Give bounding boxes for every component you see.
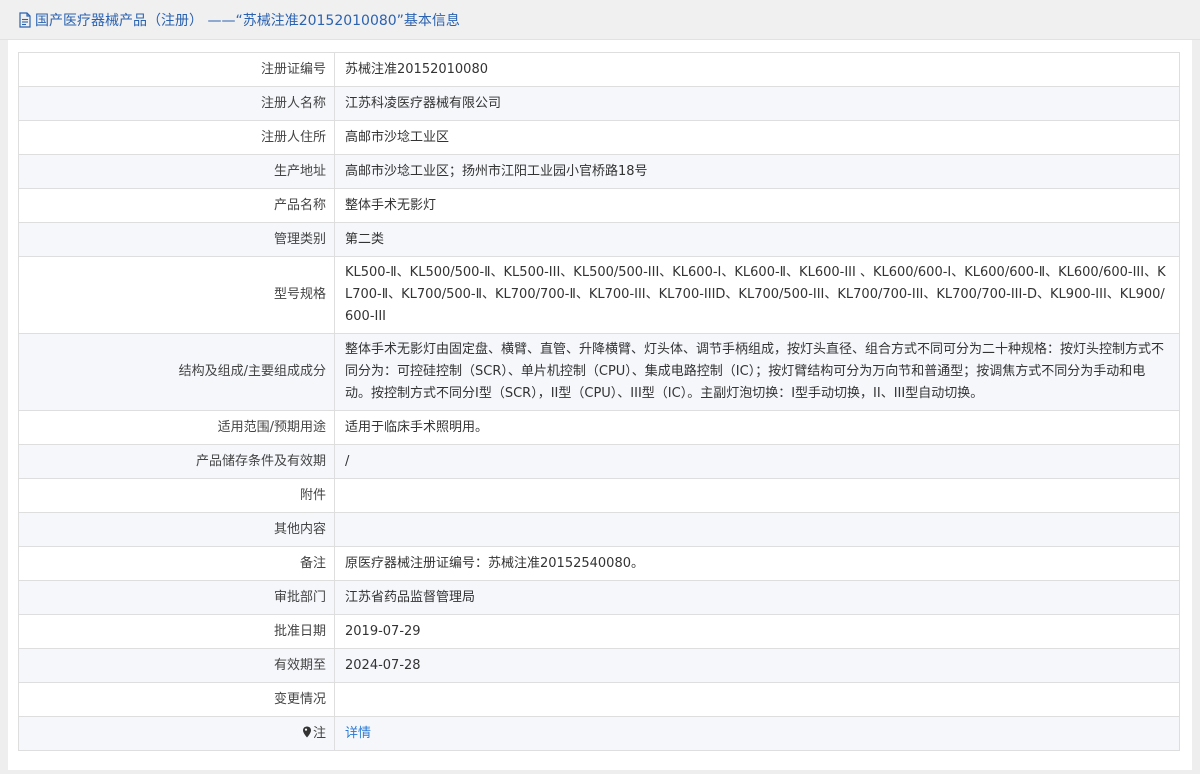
row-label: 注册证编号 xyxy=(18,52,335,87)
row-value: 整体手术无影灯由固定盘、横臂、直管、升降横臂、灯头体、调节手柄组成，按灯头直径、… xyxy=(334,333,1180,411)
row-label: 生产地址 xyxy=(18,154,335,189)
row-label: 有效期至 xyxy=(18,648,335,683)
table-row: 产品名称 整体手术无影灯 xyxy=(18,188,1180,223)
note-label-cell: 注 xyxy=(18,716,335,751)
table-row: 备注 原医疗器械注册证编号：苏械注准20152540080。 xyxy=(18,546,1180,581)
row-value: 江苏省药品监督管理局 xyxy=(334,580,1180,615)
row-label: 型号规格 xyxy=(18,256,335,334)
table-row: 变更情况 xyxy=(18,682,1180,717)
row-value: 适用于临床手术照明用。 xyxy=(334,410,1180,445)
row-value xyxy=(334,682,1180,717)
note-value: 详情 xyxy=(334,716,1180,751)
table-row: 产品储存条件及有效期 / xyxy=(18,444,1180,479)
row-label: 结构及组成/主要组成成分 xyxy=(18,333,335,411)
row-value: 第二类 xyxy=(334,222,1180,257)
pin-icon xyxy=(302,724,312,737)
row-value xyxy=(334,478,1180,513)
note-label: 注 xyxy=(312,725,326,741)
row-value: KL500-Ⅱ、KL500/500-Ⅱ、KL500-III、KL500/500-… xyxy=(334,256,1180,334)
row-label: 变更情况 xyxy=(18,682,335,717)
table-row: 附件 xyxy=(18,478,1180,513)
row-label: 注册人名称 xyxy=(18,86,335,121)
document-icon xyxy=(18,11,32,28)
panel-header: 国产医疗器械产品（注册） ——“苏械注准20152010080”基本信息 xyxy=(0,0,1200,40)
note-row: 注 详情 xyxy=(18,716,1180,751)
row-value: 2024-07-28 xyxy=(334,648,1180,683)
row-label: 审批部门 xyxy=(18,580,335,615)
details-link[interactable]: 详情 xyxy=(345,726,371,741)
row-label: 适用范围/预期用途 xyxy=(18,410,335,445)
table-row: 批准日期 2019-07-29 xyxy=(18,614,1180,649)
table-row: 注册人名称 江苏科凌医疗器械有限公司 xyxy=(18,86,1180,121)
row-value: 原医疗器械注册证编号：苏械注准20152540080。 xyxy=(334,546,1180,581)
table-row: 生产地址 高邮市沙埝工业区；扬州市江阳工业园小官桥路18号 xyxy=(18,154,1180,189)
row-value: 高邮市沙埝工业区 xyxy=(334,120,1180,155)
row-label: 批准日期 xyxy=(18,614,335,649)
row-value: 整体手术无影灯 xyxy=(334,188,1180,223)
row-label: 附件 xyxy=(18,478,335,513)
page: 国产医疗器械产品（注册） ——“苏械注准20152010080”基本信息 注册证… xyxy=(0,0,1200,774)
row-label: 其他内容 xyxy=(18,512,335,547)
row-value: 高邮市沙埝工业区；扬州市江阳工业园小官桥路18号 xyxy=(334,154,1180,189)
table-row: 结构及组成/主要组成成分 整体手术无影灯由固定盘、横臂、直管、升降横臂、灯头体、… xyxy=(18,333,1180,411)
table-row: 型号规格 KL500-Ⅱ、KL500/500-Ⅱ、KL500-III、KL500… xyxy=(18,256,1180,334)
row-value: / xyxy=(334,444,1180,479)
row-label: 备注 xyxy=(18,546,335,581)
row-value: 苏械注准20152010080 xyxy=(334,52,1180,87)
row-label: 注册人住所 xyxy=(18,120,335,155)
info-table: 注册证编号 苏械注准20152010080 注册人名称 江苏科凌医疗器械有限公司… xyxy=(18,52,1180,751)
row-label: 产品储存条件及有效期 xyxy=(18,444,335,479)
table-row: 有效期至 2024-07-28 xyxy=(18,648,1180,683)
row-label: 管理类别 xyxy=(18,222,335,257)
table-row: 其他内容 xyxy=(18,512,1180,547)
row-value: 2019-07-29 xyxy=(334,614,1180,649)
table-row: 管理类别 第二类 xyxy=(18,222,1180,257)
panel-body: 注册证编号 苏械注准20152010080 注册人名称 江苏科凌医疗器械有限公司… xyxy=(8,40,1192,770)
row-label: 产品名称 xyxy=(18,188,335,223)
table-row: 适用范围/预期用途 适用于临床手术照明用。 xyxy=(18,410,1180,445)
table-row: 注册证编号 苏械注准20152010080 xyxy=(18,52,1180,87)
table-row: 注册人住所 高邮市沙埝工业区 xyxy=(18,120,1180,155)
row-value: 江苏科凌医疗器械有限公司 xyxy=(334,86,1180,121)
table-row: 审批部门 江苏省药品监督管理局 xyxy=(18,580,1180,615)
row-value xyxy=(334,512,1180,547)
page-title: 国产医疗器械产品（注册） ——“苏械注准20152010080”基本信息 xyxy=(35,12,460,29)
